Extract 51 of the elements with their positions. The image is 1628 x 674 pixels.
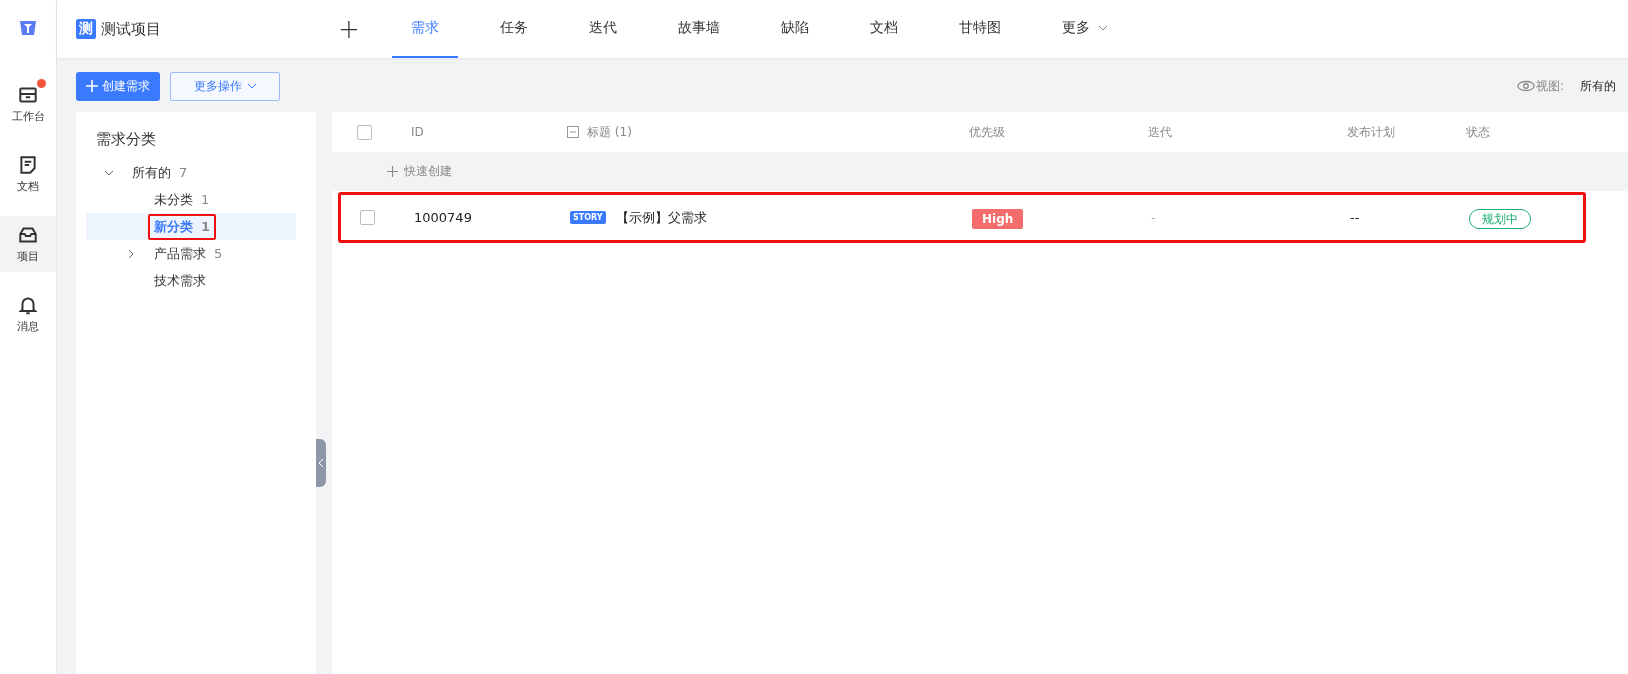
rail-item[interactable]: 消息 xyxy=(0,286,56,342)
create-button[interactable]: 创建需求 xyxy=(76,71,160,101)
plus-icon xyxy=(387,166,398,177)
rail-item[interactable]: 工作台 xyxy=(0,76,56,132)
nav-tab[interactable]: 更多 xyxy=(1043,0,1127,58)
view-value[interactable]: 所有的 xyxy=(1580,77,1616,95)
more-actions-button[interactable]: 更多操作 xyxy=(170,71,280,101)
tree-item[interactable]: 技术需求 xyxy=(86,267,296,294)
column-header[interactable]: 迭代 xyxy=(1148,123,1347,141)
column-header[interactable]: 标题 (1) xyxy=(587,123,632,141)
nav-tab[interactable]: 需求 xyxy=(392,0,458,58)
caret-icon[interactable] xyxy=(126,248,136,259)
select-all-checkbox[interactable] xyxy=(357,124,372,140)
project-name: 测试项目 xyxy=(101,19,161,39)
eye-icon xyxy=(1516,80,1535,92)
plus-icon xyxy=(86,80,98,92)
row-checkbox[interactable] xyxy=(360,210,375,225)
rail-item[interactable]: 文档 xyxy=(0,146,56,202)
nav-tab[interactable]: 缺陷 xyxy=(762,0,828,58)
tree-item[interactable]: 未分类 1 xyxy=(86,186,296,213)
type-tag: STORY xyxy=(570,211,606,224)
table-row[interactable]: 1000749 STORY 【示例】父需求 High - -- 规划中 xyxy=(338,192,1586,243)
tree-title: 需求分类 xyxy=(95,130,157,149)
collapse-all-icon[interactable] xyxy=(567,126,579,138)
column-header[interactable]: 优先级 xyxy=(969,123,1148,141)
column-header[interactable]: 发布计划 xyxy=(1347,123,1466,141)
nav-tab[interactable]: 甘特图 xyxy=(940,0,1020,58)
collapse-handle[interactable] xyxy=(316,439,326,487)
add-button[interactable]: + xyxy=(334,14,364,44)
column-header[interactable]: ID xyxy=(411,125,567,139)
table-cell-text: -- xyxy=(1350,210,1361,225)
nav-tab[interactable]: 迭代 xyxy=(570,0,636,58)
project-logo: 测 xyxy=(76,19,96,39)
nav-tab[interactable]: 故事墙 xyxy=(659,0,739,58)
view-label: 视图: xyxy=(1535,77,1564,95)
tree-item[interactable]: 所有的 7 xyxy=(86,159,296,186)
table-cell-text: 1000749 xyxy=(414,210,473,225)
column-header[interactable]: 状态 xyxy=(1466,123,1628,141)
table-cell-text: - xyxy=(1151,210,1157,225)
nav-tab[interactable]: 任务 xyxy=(481,0,547,58)
box-icon xyxy=(17,224,39,246)
priority-tag: High xyxy=(972,209,1024,229)
title-link[interactable]: 【示例】父需求 xyxy=(615,208,707,227)
rail-item[interactable]: 项目 xyxy=(0,216,56,272)
caret-icon xyxy=(246,83,257,89)
document-icon xyxy=(17,154,39,176)
app-logo-icon[interactable] xyxy=(18,18,38,38)
tray-icon xyxy=(17,84,39,106)
nav-tab[interactable]: 文档 xyxy=(851,0,917,58)
tree-item[interactable]: 产品需求 5 xyxy=(86,240,296,267)
tree-item[interactable]: 新分类 1 xyxy=(86,213,296,240)
